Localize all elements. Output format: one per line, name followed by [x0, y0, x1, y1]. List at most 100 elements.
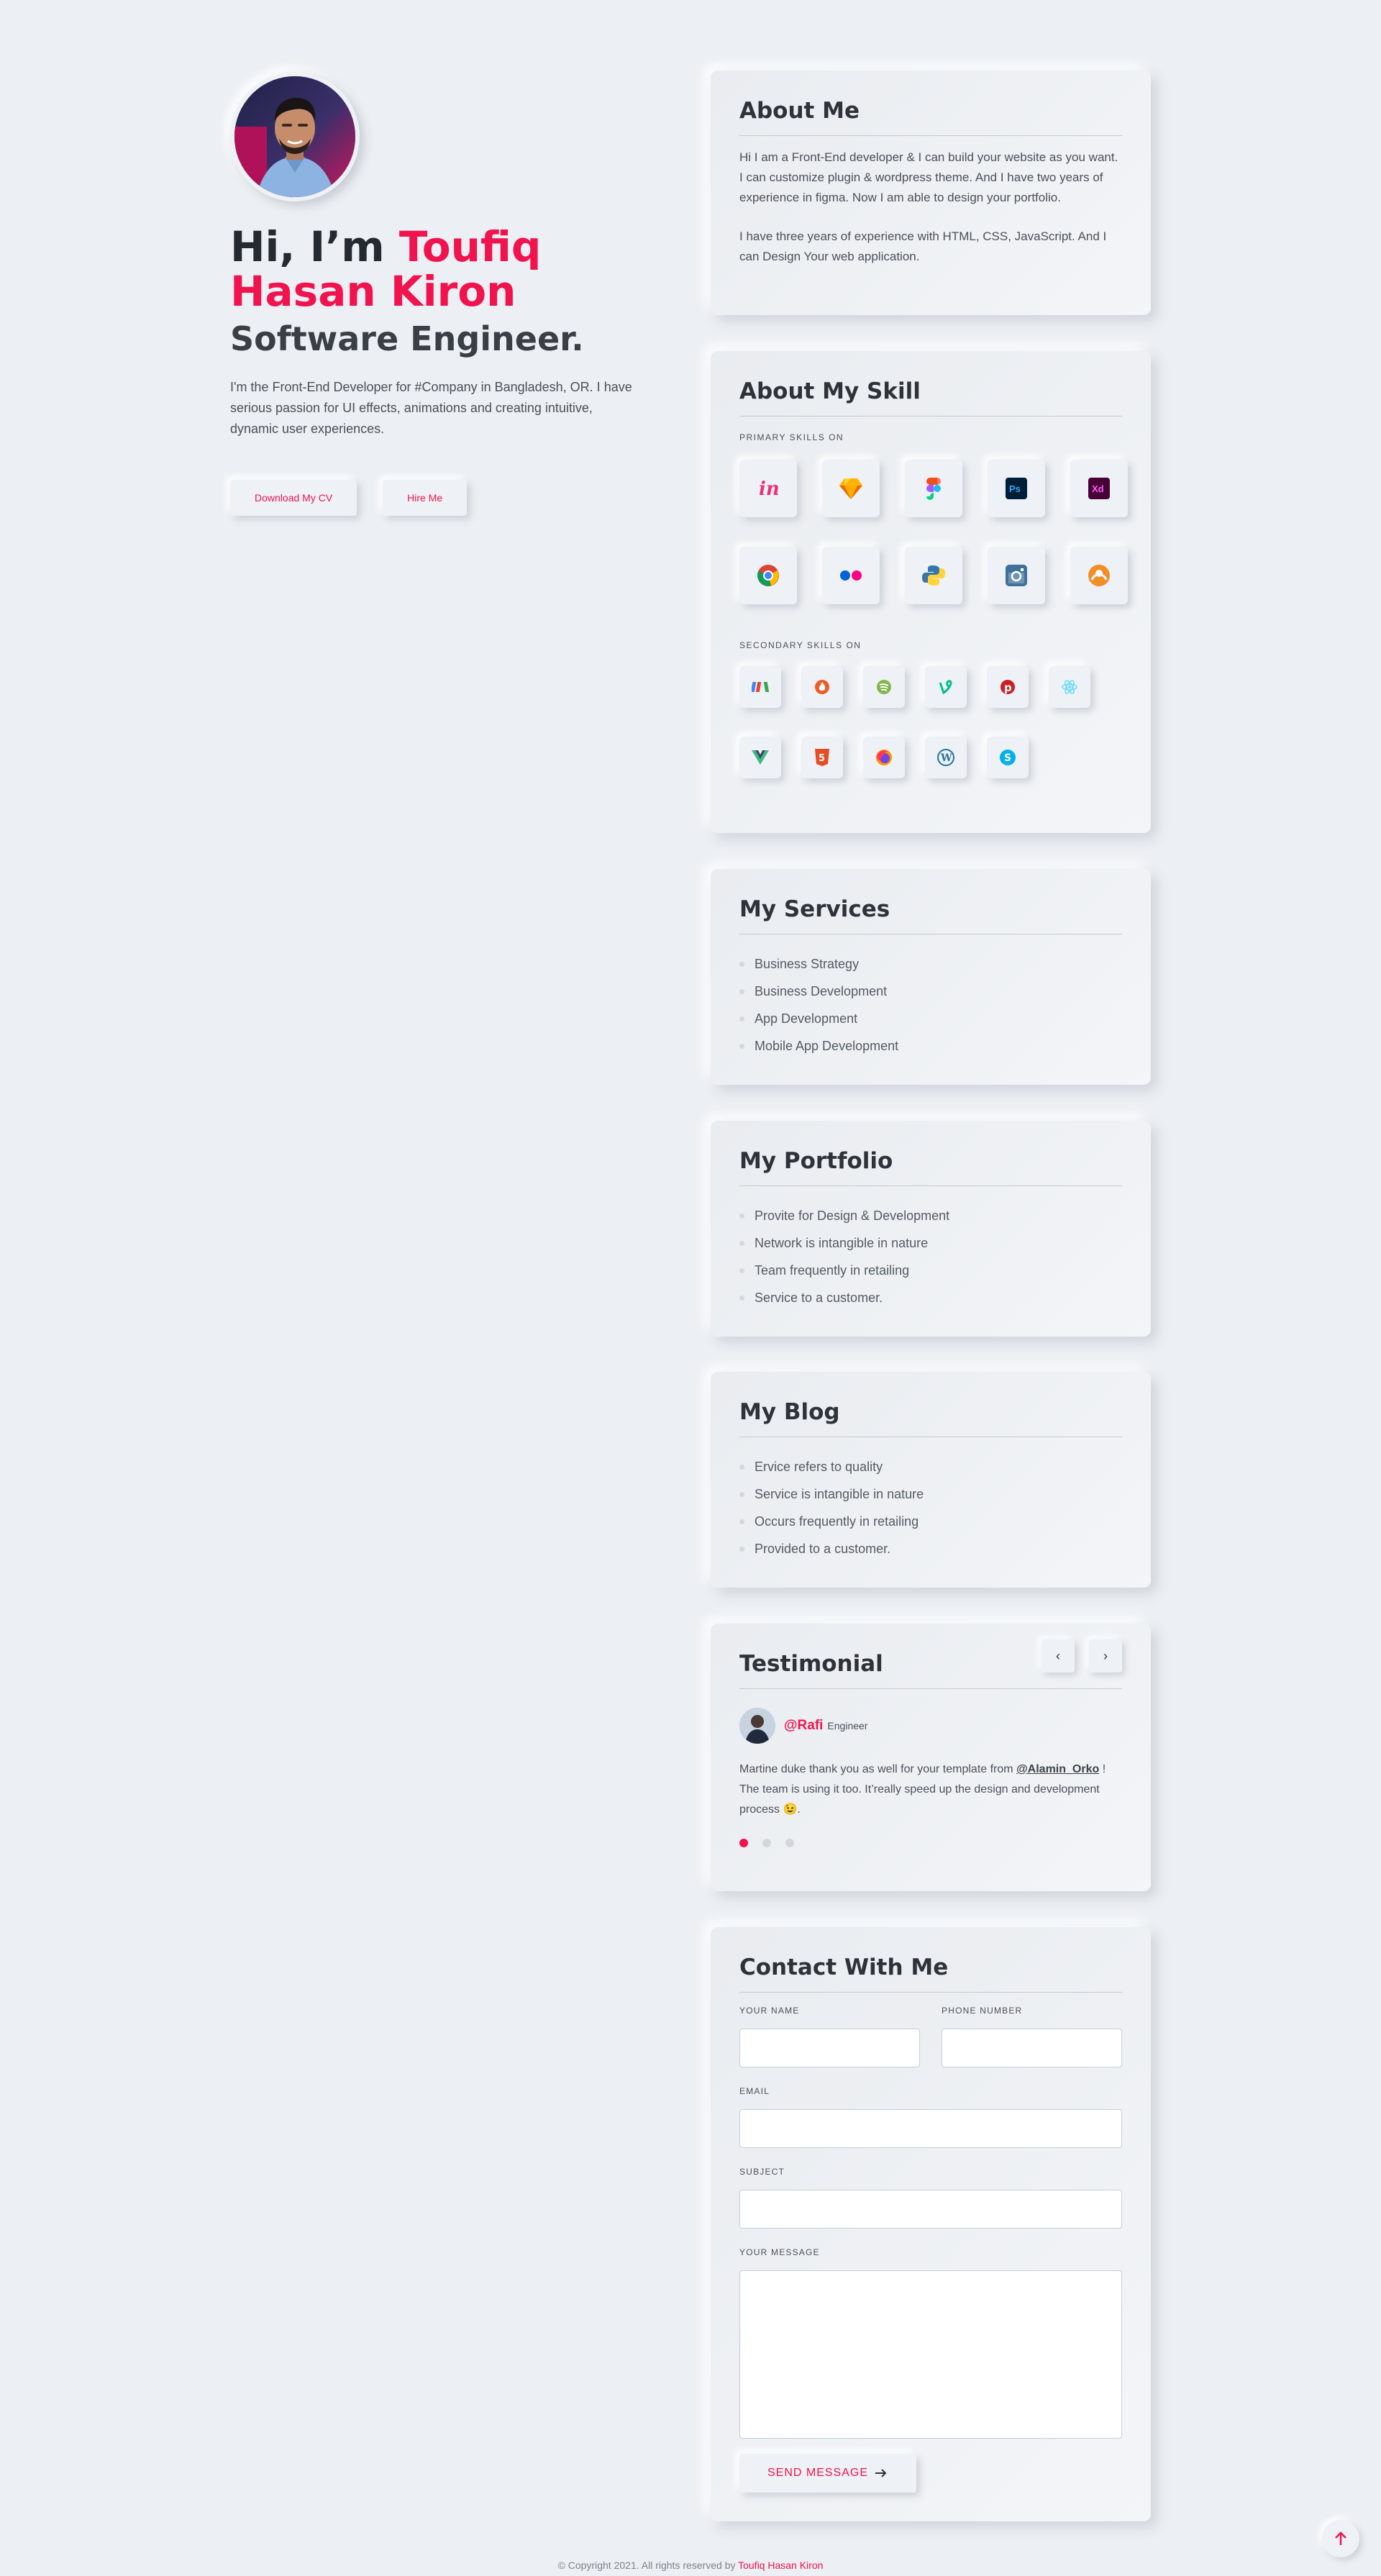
blog-list: Ervice refers to quality Service is inta…: [739, 1453, 1122, 1562]
list-item[interactable]: Team frequently in retailing: [739, 1257, 1122, 1284]
list-item[interactable]: Occurs frequently in retailing: [739, 1508, 1122, 1535]
bullet-icon: [739, 1491, 744, 1497]
vine-icon[interactable]: [925, 666, 967, 708]
list-item[interactable]: App Development: [739, 1005, 1122, 1032]
about-para-1: Hi I am a Front-End developer & I can bu…: [739, 150, 1118, 204]
list-item-label: Service is intangible in nature: [755, 1487, 924, 1501]
secondary-skills-label: SECONDARY SKILLS ON: [739, 640, 862, 650]
pinterest-icon[interactable]: p: [987, 666, 1029, 708]
name-field[interactable]: [739, 2029, 920, 2067]
subject-field[interactable]: [739, 2190, 1122, 2229]
list-item-label: Business Strategy: [755, 957, 860, 971]
services-list: Business Strategy Business Development A…: [739, 950, 1122, 1060]
email-group: EMAIL: [739, 2086, 1122, 2148]
primary-skills-label: PRIMARY SKILLS ON: [739, 432, 844, 442]
chrome-icon[interactable]: [739, 547, 797, 604]
list-item[interactable]: Ervice refers to quality: [739, 1453, 1122, 1480]
scroll-to-top-button[interactable]: [1322, 2520, 1359, 2557]
subject-label: SUBJECT: [739, 2167, 785, 2177]
testimonial-author: @Rafi Engineer: [739, 1708, 1122, 1744]
download-cv-button[interactable]: Download My CV: [230, 480, 357, 516]
list-item[interactable]: Provided to a customer.: [739, 1535, 1122, 1562]
photoshop-icon[interactable]: Ps: [988, 460, 1045, 517]
carousel-dot-active[interactable]: [739, 1839, 748, 1847]
flickr-icon[interactable]: [822, 547, 880, 604]
send-message-button[interactable]: SEND MESSAGE: [739, 2454, 916, 2493]
codepen-icon[interactable]: [739, 666, 781, 708]
list-item-label: Mobile App Development: [755, 1039, 899, 1053]
prev-button[interactable]: ‹: [1042, 1639, 1075, 1672]
list-item[interactable]: Service is intangible in nature: [739, 1480, 1122, 1508]
react-icon[interactable]: [1049, 666, 1090, 708]
phone-field[interactable]: [942, 2029, 1122, 2067]
list-item-label: App Development: [755, 1011, 858, 1026]
wink-emoji-icon: 😉: [783, 1803, 798, 1816]
list-item-label: Occurs frequently in retailing: [755, 1514, 919, 1529]
primary-skills-grid: in Ps Xd: [739, 460, 1128, 604]
bullet-icon: [739, 1016, 744, 1021]
html5-icon[interactable]: 5: [801, 737, 843, 778]
svg-text:5: 5: [819, 753, 825, 764]
invision-icon[interactable]: in: [739, 460, 797, 517]
portfolio-list: Provite for Design & Development Network…: [739, 1202, 1122, 1311]
list-item[interactable]: Provite for Design & Development: [739, 1202, 1122, 1229]
firefox-icon[interactable]: [863, 737, 905, 778]
bullet-icon: [739, 1213, 744, 1219]
list-item-label: Team frequently in retailing: [755, 1263, 910, 1278]
testimonial-nav: ‹ ›: [1042, 1639, 1122, 1672]
footer: © Copyright 2021. All rights reserved by…: [0, 2559, 1381, 2571]
about-title: About Me: [739, 98, 1122, 136]
list-item-label: Network is intangible in nature: [755, 1236, 929, 1250]
copyright-text: © Copyright 2021. All rights reserved by: [557, 2559, 739, 2571]
list-item[interactable]: Business Development: [739, 978, 1122, 1005]
wordpress-icon[interactable]: W: [925, 737, 967, 778]
phone-group: PHONE NUMBER: [942, 2006, 1122, 2067]
list-item[interactable]: Network is intangible in nature: [739, 1229, 1122, 1257]
sketch-icon[interactable]: [822, 460, 880, 517]
spotify-icon[interactable]: [863, 666, 905, 708]
testimonial-text: Martine duke thank you as well for your …: [739, 1760, 1122, 1820]
hero-buttons: Download My CV Hire Me: [230, 480, 662, 516]
about-card: About Me Hi I am a Front-End developer &…: [711, 70, 1151, 315]
hero-title: Hi, I’m Toufiq Hasan Kiron: [230, 224, 662, 314]
reviewer-handle[interactable]: @Rafi: [784, 1718, 823, 1734]
vue-icon[interactable]: [739, 737, 781, 778]
grav-icon[interactable]: [1070, 547, 1128, 604]
phone-label: PHONE NUMBER: [942, 2006, 1023, 2016]
skype-icon[interactable]: S: [987, 737, 1029, 778]
author-link[interactable]: Toufiq Hasan Kiron: [738, 2559, 823, 2571]
avatar-photo: [234, 76, 355, 197]
send-message-label: SEND MESSAGE: [767, 2467, 869, 2479]
hire-me-button[interactable]: Hire Me: [383, 480, 468, 516]
carousel-dot[interactable]: [762, 1839, 771, 1847]
contact-card: Contact With Me YOUR NAME PHONE NUMBER E…: [711, 1927, 1151, 2521]
testimonial-card: ‹ › Testimonial @Rafi Engineer Martine d…: [711, 1624, 1151, 1891]
python-icon[interactable]: [905, 547, 962, 604]
hero-name-last: Hasan Kiron: [230, 267, 516, 316]
bullet-icon: [739, 1295, 744, 1301]
list-item[interactable]: Mobile App Development: [739, 1032, 1122, 1060]
message-field[interactable]: [739, 2270, 1122, 2439]
list-item[interactable]: Service to a customer.: [739, 1284, 1122, 1311]
about-para-2: I have three years of experience with HT…: [739, 229, 1107, 263]
svg-text:p: p: [1004, 681, 1012, 694]
list-item-label: Service to a customer.: [755, 1291, 883, 1305]
carousel-dot[interactable]: [785, 1839, 794, 1847]
portfolio-card: My Portfolio Provite for Design & Develo…: [711, 1121, 1151, 1337]
figma-icon[interactable]: [905, 460, 962, 517]
services-title: My Services: [739, 896, 1122, 934]
list-item[interactable]: Business Strategy: [739, 950, 1122, 978]
firebase-icon[interactable]: [801, 666, 843, 708]
xd-icon[interactable]: Xd: [1070, 460, 1128, 517]
instagram-icon[interactable]: [988, 547, 1045, 604]
hero-description: I'm the Front-End Developer for #Company…: [230, 380, 632, 436]
blog-card: My Blog Ervice refers to quality Service…: [711, 1372, 1151, 1588]
secondary-skills-grid: p 5 W S: [739, 666, 1122, 778]
list-item-label: Business Development: [755, 984, 888, 998]
contact-title: Contact With Me: [739, 1954, 1122, 1993]
list-item-label: Ervice refers to quality: [755, 1460, 883, 1474]
bullet-icon: [739, 1464, 744, 1470]
email-field[interactable]: [739, 2109, 1122, 2148]
next-button[interactable]: ›: [1089, 1639, 1122, 1672]
mention-link[interactable]: @Alamin_Orko: [1016, 1763, 1099, 1775]
